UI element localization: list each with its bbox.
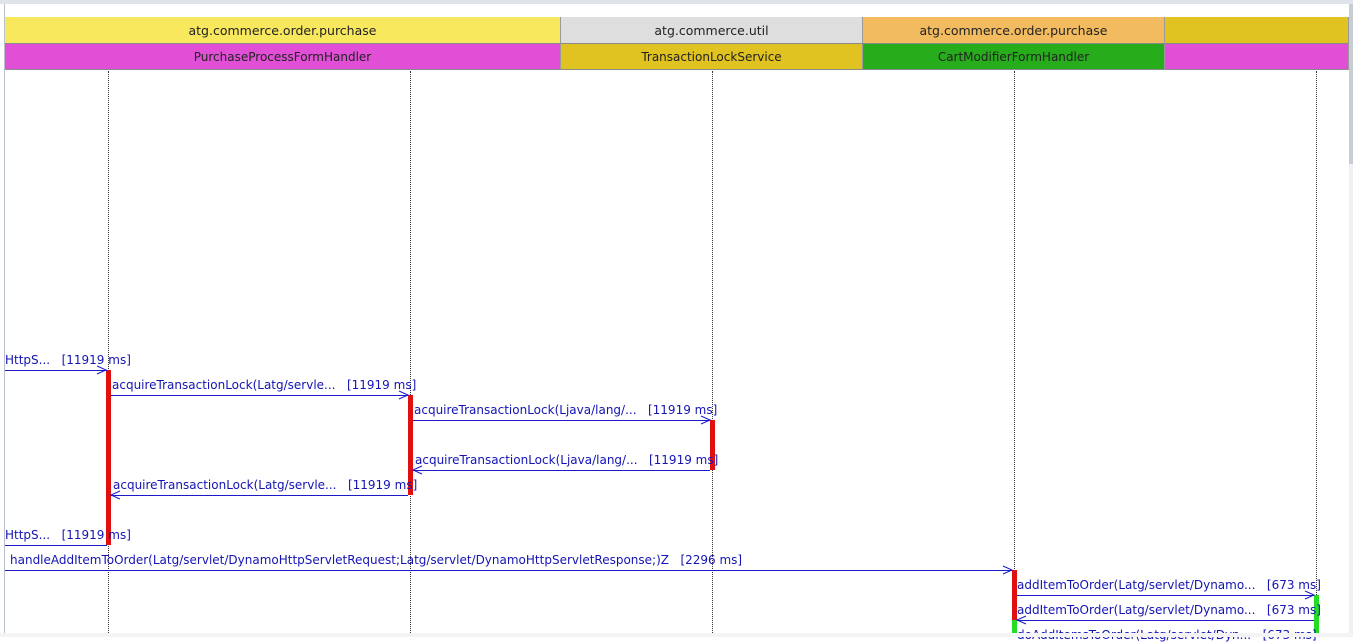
package-label: atg.commerce.util — [654, 22, 769, 38]
method-duration: [11919 ms] — [61, 528, 131, 542]
package-label: atg.commerce.order.purchase — [919, 22, 1108, 38]
method-duration: [11919 ms] — [647, 403, 718, 417]
bottom-edge — [0, 633, 1353, 637]
package-label: atg.commerce.order.purchase — [188, 22, 377, 38]
class-header-transaction-lock-service[interactable]: TransactionLockService — [561, 43, 863, 70]
class-label: TransactionLockService — [641, 49, 782, 64]
message-line[interactable] — [5, 545, 107, 546]
method-name: HttpS... — [5, 528, 51, 542]
method-duration: [2296 ms] — [680, 553, 743, 567]
package-header-purchase-2[interactable]: atg.commerce.order.purchase — [863, 17, 1165, 43]
method-name: addItemToOrder(Latg/servlet/Dynamo... — [1017, 603, 1256, 617]
method-duration: [11919 ms] — [648, 453, 719, 467]
method-name: addItemToOrder(Latg/servlet/Dynamo... — [1017, 578, 1256, 592]
message-label[interactable]: acquireTransactionLock(Ljava/lang/... [1… — [415, 453, 718, 467]
vertical-scrollbar-thumb[interactable] — [1349, 4, 1353, 164]
message-line[interactable] — [5, 570, 1012, 571]
package-header-unnamed[interactable] — [1165, 17, 1349, 43]
lifeline — [1014, 71, 1015, 637]
message-label[interactable]: HttpS... [11919 ms] — [5, 528, 131, 542]
class-header-purchase-process-form-handler[interactable]: PurchaseProcessFormHandler — [5, 43, 561, 70]
message-line[interactable] — [111, 495, 408, 496]
class-header-cart-modifier-form-handler[interactable]: CartModifierFormHandler — [863, 43, 1165, 70]
message-line[interactable] — [413, 420, 710, 421]
window-top-border — [0, 0, 1353, 4]
package-header-purchase[interactable]: atg.commerce.order.purchase — [5, 17, 561, 43]
activation-bar[interactable] — [106, 370, 111, 545]
method-duration: [673 ms] — [1266, 603, 1321, 617]
message-label[interactable]: acquireTransactionLock(Latg/servle... [1… — [113, 478, 417, 492]
message-line[interactable] — [111, 395, 408, 396]
method-duration: [11919 ms] — [346, 378, 417, 392]
message-line[interactable] — [413, 470, 710, 471]
method-duration: [673 ms] — [1266, 578, 1321, 592]
lifeline — [1316, 71, 1317, 637]
message-label[interactable]: addItemToOrder(Latg/servlet/Dynamo... [6… — [1017, 603, 1321, 617]
left-border — [4, 4, 5, 637]
message-line[interactable] — [1017, 595, 1314, 596]
message-label[interactable]: handleAddItemToOrder(Latg/servlet/Dynamo… — [10, 553, 742, 567]
message-label[interactable]: acquireTransactionLock(Latg/servle... [1… — [112, 378, 416, 392]
class-header-unnamed[interactable] — [1165, 43, 1349, 70]
method-name: acquireTransactionLock(Latg/servle... — [112, 378, 336, 392]
method-duration: [11919 ms] — [61, 353, 131, 367]
message-label[interactable]: addItemToOrder(Latg/servlet/Dynamo... [6… — [1017, 578, 1321, 592]
message-label[interactable]: acquireTransactionLock(Ljava/lang/... [1… — [414, 403, 717, 417]
method-name: handleAddItemToOrder(Latg/servlet/Dynamo… — [10, 553, 669, 567]
method-name: acquireTransactionLock(Latg/servle... — [113, 478, 337, 492]
method-name: acquireTransactionLock(Ljava/lang/... — [414, 403, 637, 417]
package-header-util[interactable]: atg.commerce.util — [561, 17, 863, 43]
message-line[interactable] — [5, 370, 107, 371]
message-label[interactable]: HttpS... [11919 ms] — [5, 353, 131, 367]
arrowheads — [96, 365, 1316, 625]
class-label: PurchaseProcessFormHandler — [193, 49, 372, 64]
method-name: HttpS... — [5, 353, 51, 367]
method-name: acquireTransactionLock(Ljava/lang/... — [415, 453, 638, 467]
message-line[interactable] — [1017, 620, 1314, 621]
method-duration: [11919 ms] — [347, 478, 418, 492]
class-label: CartModifierFormHandler — [937, 49, 1090, 64]
